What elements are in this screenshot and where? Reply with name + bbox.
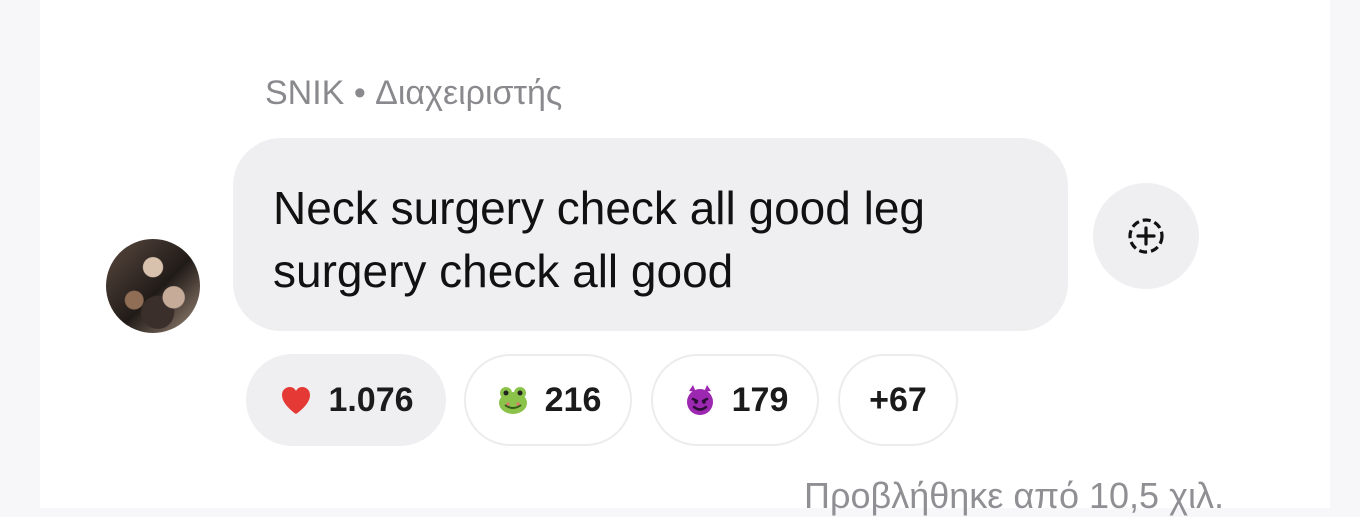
frog-icon bbox=[495, 382, 531, 418]
message-sender-line: SNIK • Διαχειριστής bbox=[265, 74, 562, 113]
reaction-count: 179 bbox=[731, 380, 789, 419]
reaction-count: 1.076 bbox=[328, 380, 414, 419]
message-bubble[interactable]: Neck surgery check all good leg surgery … bbox=[233, 138, 1068, 331]
reaction-more[interactable]: +67 bbox=[838, 354, 958, 446]
add-reaction-icon bbox=[1128, 218, 1164, 254]
sender-separator: • bbox=[353, 74, 366, 112]
add-reaction-button[interactable] bbox=[1093, 183, 1199, 289]
reaction-count: 216 bbox=[544, 380, 602, 419]
reaction-frog[interactable]: 216 bbox=[464, 354, 632, 446]
seen-count-text: Προβλήθηκε από 10,5 χιλ. bbox=[804, 475, 1224, 516]
reaction-devil[interactable]: 179 bbox=[651, 354, 819, 446]
avatar[interactable] bbox=[106, 239, 200, 333]
devil-icon bbox=[682, 382, 718, 418]
reaction-more-count: +67 bbox=[869, 380, 927, 419]
sender-name: SNIK bbox=[265, 74, 345, 112]
reaction-heart[interactable]: 1.076 bbox=[246, 354, 446, 446]
heart-icon bbox=[278, 382, 314, 418]
sender-role: Διαχειριστής bbox=[375, 74, 563, 112]
message-text-line-1: Neck surgery check all good leg bbox=[273, 182, 925, 234]
message-text-line-2: surgery check all good bbox=[273, 245, 734, 297]
